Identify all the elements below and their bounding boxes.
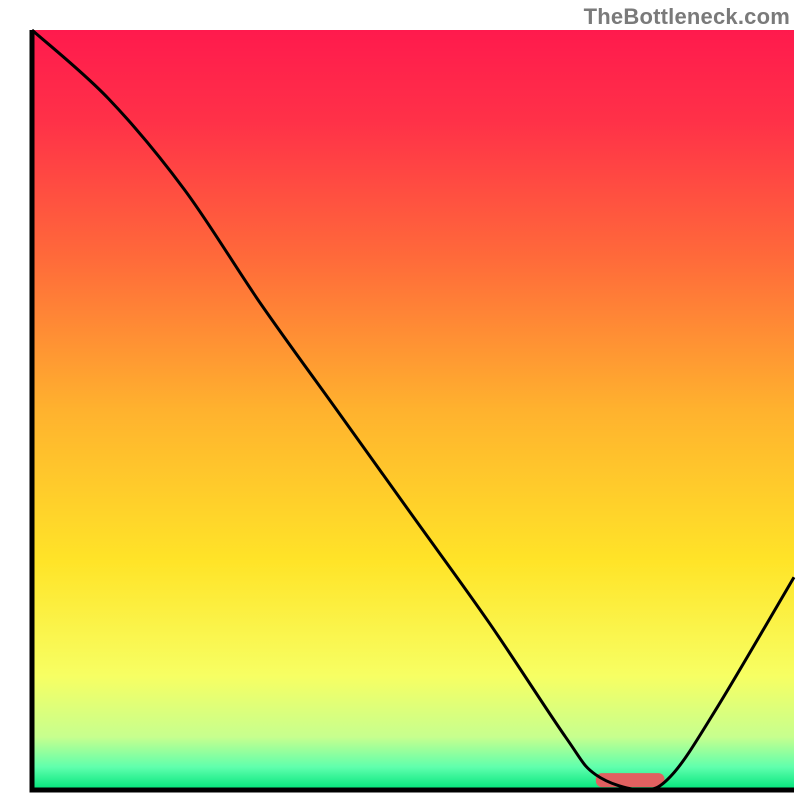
gradient-background	[32, 30, 794, 790]
bottleneck-chart	[0, 0, 800, 800]
chart-container: TheBottleneck.com	[0, 0, 800, 800]
